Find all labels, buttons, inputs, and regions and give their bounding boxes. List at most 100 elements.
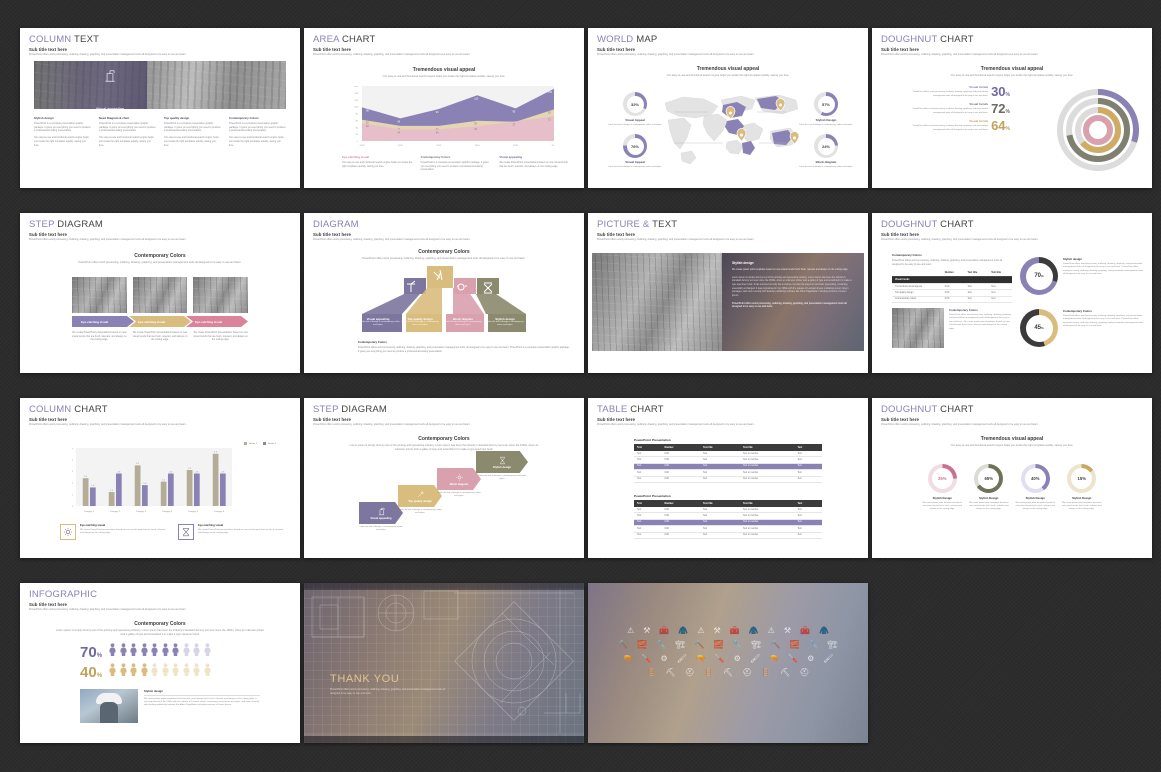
- pictogram-row-1: 70%: [80, 643, 212, 661]
- table-cell: 0.00: [661, 476, 700, 483]
- cone-icon: ⚠: [697, 626, 705, 635]
- column-heading: Stylish design: [34, 116, 54, 120]
- arrow-step-3[interactable]: Block diagram Catch the feel of design i…: [437, 468, 481, 498]
- slide-infographic[interactable]: INFOGRAPHIC Sub title text here PowerPoi…: [20, 583, 300, 743]
- ring-legend-item[interactable]: Visual trends PowerPoint offers word pro…: [910, 119, 1010, 132]
- slide-doughnut-table[interactable]: DOUGHNUT CHART Sub title text here Power…: [872, 213, 1152, 373]
- feature-photo: [892, 308, 944, 348]
- col-number: Number: [941, 269, 965, 278]
- donut-body: We create power point templates based on…: [1062, 502, 1102, 511]
- slide-doughnut-four[interactable]: DOUGHNUT CHART Sub title text here Power…: [872, 398, 1152, 558]
- data-table[interactable]: Text Number Text title Text title Text Text 0.…: [634, 500, 822, 539]
- chart-note[interactable]: Eye-catching visual We create PowerPoint…: [60, 524, 168, 540]
- pictogram-people: [108, 643, 212, 661]
- x-tick-label: 2013: [436, 145, 442, 147]
- chart-notes: Eye-catching visual We create PowerPoint…: [60, 524, 286, 540]
- map-marker-3[interactable]: 57% Stylish Design Catch the feel of des…: [798, 92, 854, 127]
- y-tick-label: 60: [356, 120, 359, 122]
- concentric-donut-svg: [1057, 89, 1139, 171]
- person-icon: [193, 643, 200, 656]
- slide-subtitle: Sub title text here: [597, 46, 635, 52]
- wrench-icon: 🔧: [732, 640, 743, 649]
- icon-row: ⚠ ⚒ 🧰 🧥 ⚠ ⚒ 🧰 🧥 ⚠ ⚒ 🧰 🧥: [606, 627, 850, 635]
- data-table[interactable]: Text Number Text title Text title Text Text 0.…: [634, 444, 822, 483]
- table-row[interactable]: Text 0.00 Text Text or number Text: [634, 532, 822, 539]
- ring-legend-item[interactable]: Visual trends PowerPoint offers word pro…: [910, 85, 1010, 98]
- donut-item[interactable]: 15% Stylish Design We create power point…: [1062, 464, 1103, 512]
- pyramid-panel[interactable]: Stylish design Catch the feel of design …: [484, 317, 526, 327]
- pyramid-panel[interactable]: Block diagram Catch the feel of design i…: [442, 317, 484, 327]
- step-caption-row: We create PowerPoint presentations based…: [72, 331, 248, 342]
- slide-subtitle: Sub title text here: [313, 231, 351, 237]
- map-marker-1[interactable]: 32% Visual Appeal Catch the feel of desi…: [607, 92, 663, 127]
- icon-grid: ⚠ ⚒ 🧰 🧥 ⚠ ⚒ 🧰 🧥 ⚠ ⚒ 🧰 🧥 🔨 🧱 🔧 🏗 🔨 🧱 🔧 🏗 🔨 🧱 🔧 🏗 🔫 🪛 ⚙ 🖌 🔫 🪛 ⚙ 🖌 🔫 🪛 ⚙ 🖌 🪜 ⛏ ⛑ 🪜…: [606, 627, 850, 677]
- slide-icon-set[interactable]: ⚠ ⚒ 🧰 🧥 ⚠ ⚒ 🧰 🧥 ⚠ ⚒ 🧰 🧥 🔨 🧱 🔧 🏗 🔨 🧱 🔧 🏗 🔨 🧱 🔧 🏗 🔫 🪛 ⚙ 🖌 🔫 🪛 ⚙ 🖌 🔫 🪛 ⚙ 🖌 🪜 ⛏ ⛑ 🪜…: [588, 583, 868, 743]
- slide-diagram-pyramid[interactable]: DIAGRAM Sub title text here PowerPoint o…: [304, 213, 584, 373]
- bottom-scale-bar: [304, 736, 584, 743]
- data-table[interactable]: Number Text title Text title Visual tren…: [892, 269, 1012, 303]
- step-arrow-row: Eye-catching visual Eye-catching visual …: [72, 316, 248, 327]
- table-header-row: Number Text title Text title: [892, 269, 1012, 278]
- donut-body: We create power point templates based on…: [969, 502, 1009, 511]
- step-arrow-3[interactable]: Eye-catching visual: [186, 316, 248, 327]
- table-row[interactable]: Contemporary colors 0.00 Text Text: [892, 296, 1012, 303]
- step-arrow-2[interactable]: Eye-catching visual: [129, 316, 191, 327]
- ring-value: 72%: [991, 101, 1010, 116]
- slide-column-chart[interactable]: COLUMN CHART Sub title text here PowerPo…: [20, 398, 300, 558]
- slide-thank-you[interactable]: THANK YOU PowerPoint offers word process…: [304, 583, 584, 743]
- legend-body: Our easy-to-use and functional search en…: [342, 161, 413, 168]
- map-marker-4[interactable]: 24% Block diagram Catch the feel of desi…: [798, 134, 854, 169]
- slide-table-chart[interactable]: TABLE CHART Sub title text here PowerPoi…: [588, 398, 868, 558]
- y-tick-label: 2: [72, 483, 74, 485]
- ring-heading: Visual trends: [969, 85, 989, 90]
- table-column-header: Text title: [699, 444, 740, 451]
- donut-item[interactable]: 40% Stylish Design We create power point…: [1015, 464, 1056, 512]
- arrow-step-2[interactable]: Top quality design Catch the feel of des…: [398, 485, 442, 515]
- pyramid-panel[interactable]: Top quality design Catch the feel of des…: [398, 317, 442, 327]
- person-icon: [119, 663, 127, 676]
- y-tick-label: 140: [354, 93, 358, 95]
- tools-icon: [417, 490, 424, 497]
- slide-column-text[interactable]: COLUMN TEXT Sub title text here PowerPoi…: [20, 28, 300, 188]
- table-cell: Text: [634, 532, 662, 539]
- slide-step-diagram-photos[interactable]: STEP DIAGRAM Sub title text here PowerPo…: [20, 213, 300, 373]
- donut-block-1[interactable]: 70% Stylish design PowerPoint offers wor…: [1020, 257, 1144, 295]
- table-column-header: Text: [634, 444, 662, 451]
- slide-area-chart[interactable]: AREA CHART Sub title text here PowerPoin…: [304, 28, 584, 188]
- bar: [141, 485, 148, 506]
- legend-label: Series 2: [267, 442, 276, 445]
- arrow-step-1[interactable]: Visual appealing Catch the feel of desig…: [359, 502, 403, 532]
- helmet-icon: ⛑: [741, 668, 753, 677]
- slide-doughnut-rings[interactable]: DOUGHNUT CHART Sub title text here Power…: [872, 28, 1152, 188]
- person-icon: [130, 643, 137, 656]
- person-icon: [172, 643, 179, 656]
- map-marker-2[interactable]: 76% Visual Appeal Catch the feel of desi…: [607, 134, 663, 169]
- top-scale-bar: [304, 583, 584, 590]
- brush-icon: 🖌: [676, 654, 687, 663]
- table-row[interactable]: Text 0.00 Text Text or number Text: [634, 476, 822, 483]
- saw-icon: ⚙: [733, 654, 741, 663]
- bar: [160, 481, 167, 506]
- donut-item[interactable]: 25% Stylish Design We create power point…: [922, 464, 963, 512]
- slide-step-diagram-arrows[interactable]: STEP DIAGRAM Sub title text here PowerPo…: [304, 398, 584, 558]
- footer-body: PowerPoint offers word processing, outli…: [358, 346, 570, 353]
- ring-legend-item[interactable]: Visual trends PowerPoint offers word pro…: [910, 102, 1010, 115]
- pyramid-panel[interactable]: Visual appealing Catch the feel of desig…: [354, 317, 402, 327]
- slide-world-map[interactable]: WORLD MAP Sub title text here PowerPoint…: [588, 28, 868, 188]
- slide-subtitle: Sub title text here: [881, 416, 919, 422]
- pictogram-people: [108, 663, 212, 681]
- person-icon: [171, 663, 180, 681]
- slide-picture-text[interactable]: PICTURE & TEXT Sub title text here Power…: [588, 213, 868, 373]
- bar: [134, 465, 141, 506]
- helmet-icon: ⛑: [799, 668, 810, 677]
- donut-ring: 40%: [1020, 464, 1050, 493]
- slide-micro-copy: PowerPoint offers word processing, outli…: [313, 423, 471, 427]
- step-arrow-1[interactable]: Eye-catching visual: [72, 316, 134, 327]
- sawhorse-icon: ⚒: [643, 626, 651, 635]
- chart-note[interactable]: Eye-catching visual We create PowerPoint…: [178, 524, 286, 540]
- arrow-step-4[interactable]: Stylish design Catch the feel of design …: [476, 451, 528, 481]
- person-icon: [203, 643, 212, 661]
- page-title: TABLE CHART: [597, 404, 664, 415]
- donut-item[interactable]: 65% Stylish Design We create power point…: [969, 464, 1010, 512]
- donut-block-2[interactable]: 45% Contemporary Colors PowerPoint offer…: [1020, 309, 1144, 347]
